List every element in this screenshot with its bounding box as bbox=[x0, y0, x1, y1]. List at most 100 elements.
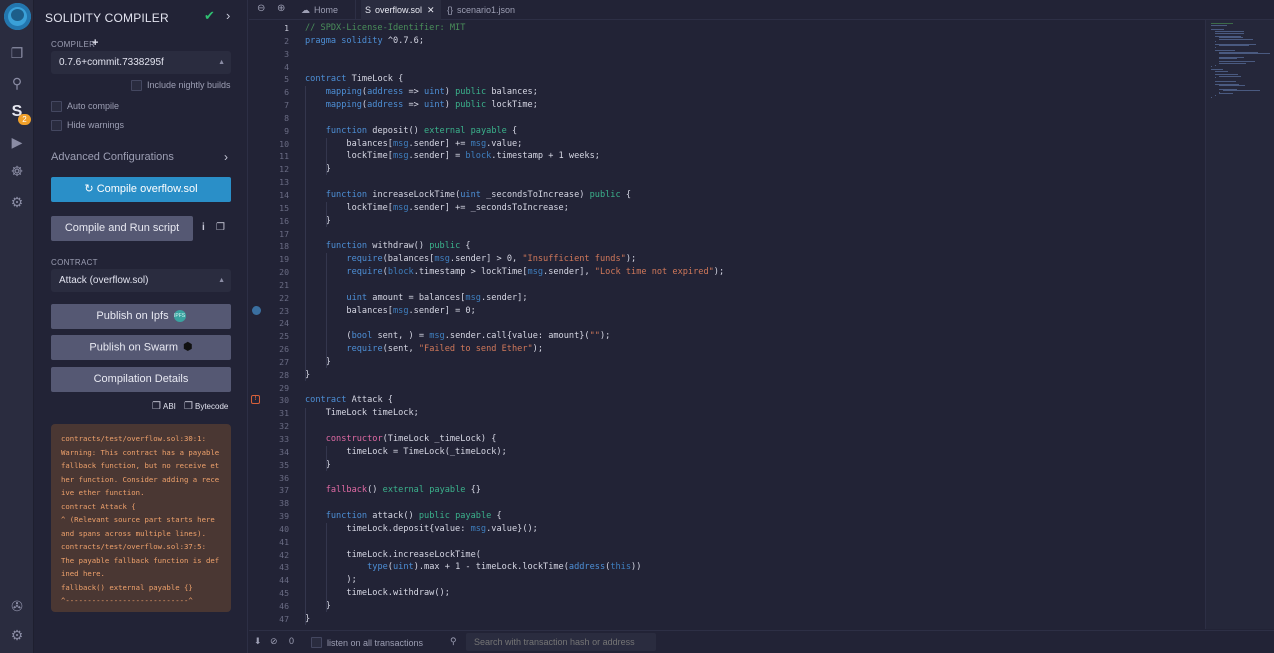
code-line[interactable]: lockTime[msg.sender] = block.timestamp +… bbox=[305, 150, 1195, 163]
code-line[interactable]: function increaseLockTime(uint _secondsT… bbox=[305, 189, 1195, 202]
line-number[interactable]: 38 bbox=[263, 497, 289, 510]
code-line[interactable]: timeLock.deposit{value: msg.value}(); bbox=[305, 523, 1195, 536]
code-line[interactable]: mapping(address => uint) public lockTime… bbox=[305, 99, 1195, 112]
line-number[interactable]: 23 bbox=[263, 305, 289, 318]
code-line[interactable]: ​ bbox=[305, 420, 1195, 433]
code-line[interactable]: ​ bbox=[305, 61, 1195, 74]
line-number[interactable]: 36 bbox=[263, 472, 289, 485]
tab-scenario-json[interactable]: {} scenario1.json bbox=[443, 0, 523, 20]
line-number[interactable]: 18 bbox=[263, 240, 289, 253]
line-number[interactable]: 16 bbox=[263, 215, 289, 228]
line-number[interactable]: 7 bbox=[263, 99, 289, 112]
line-number[interactable]: 15 bbox=[263, 202, 289, 215]
code-line[interactable]: } bbox=[305, 163, 1195, 176]
code-line[interactable]: timeLock = TimeLock(_timeLock); bbox=[305, 446, 1195, 459]
line-number[interactable]: 17 bbox=[263, 228, 289, 241]
line-number[interactable]: 39 bbox=[263, 510, 289, 523]
line-number[interactable]: 26 bbox=[263, 343, 289, 356]
line-number[interactable]: 34 bbox=[263, 446, 289, 459]
code-line[interactable]: require(balances[msg.sender] > 0, "Insuf… bbox=[305, 253, 1195, 266]
file-explorer-icon[interactable]: ❐ bbox=[7, 43, 27, 63]
debugger-icon[interactable]: ☸ bbox=[7, 161, 27, 181]
collapse-terminal-icon[interactable]: ⬇ bbox=[254, 636, 262, 647]
include-nightly-checkbox[interactable] bbox=[131, 80, 142, 91]
line-number[interactable]: 14 bbox=[263, 189, 289, 202]
add-compiler-icon[interactable]: + bbox=[92, 37, 98, 49]
line-number[interactable]: 35 bbox=[263, 459, 289, 472]
line-number[interactable]: 21 bbox=[263, 279, 289, 292]
code-line[interactable]: contract TimeLock { bbox=[305, 73, 1195, 86]
plugin-manager-icon[interactable]: ✇ bbox=[7, 596, 27, 616]
code-line[interactable]: fallback() external payable {} bbox=[305, 484, 1195, 497]
compile-run-script-button[interactable]: Compile and Run script bbox=[51, 216, 193, 241]
code-line[interactable]: ​ bbox=[305, 497, 1195, 510]
hide-warnings-checkbox[interactable] bbox=[51, 120, 62, 131]
code-line[interactable]: constructor(TimeLock _timeLock) { bbox=[305, 433, 1195, 446]
code-line[interactable]: balances[msg.sender] += msg.value; bbox=[305, 138, 1195, 151]
copy-abi-link[interactable]: ABI bbox=[163, 402, 176, 411]
line-number[interactable]: 40 bbox=[263, 523, 289, 536]
line-number[interactable]: 3 bbox=[263, 48, 289, 61]
line-number[interactable]: 27 bbox=[263, 356, 289, 369]
code-line[interactable]: } bbox=[305, 215, 1195, 228]
line-number[interactable]: 20 bbox=[263, 266, 289, 279]
code-line[interactable]: // SPDX-License-Identifier: MIT bbox=[305, 22, 1195, 35]
code-line[interactable]: ​ bbox=[305, 48, 1195, 61]
compile-button[interactable]: ↻ Compile overflow.sol bbox=[51, 177, 231, 202]
line-number[interactable]: 11 bbox=[263, 150, 289, 163]
line-number[interactable]: 30 bbox=[263, 394, 289, 407]
transaction-search-input[interactable] bbox=[466, 633, 656, 651]
collapse-chevron-icon[interactable]: › bbox=[226, 8, 230, 23]
line-number[interactable]: 22 bbox=[263, 292, 289, 305]
line-number[interactable]: 4 bbox=[263, 61, 289, 74]
code-line[interactable]: ​ bbox=[305, 228, 1195, 241]
code-line[interactable]: mapping(address => uint) public balances… bbox=[305, 86, 1195, 99]
copy-bytecode-icon[interactable]: ❐ bbox=[184, 401, 193, 412]
line-number[interactable]: 43 bbox=[263, 561, 289, 574]
breakpoint-marker[interactable] bbox=[252, 306, 261, 315]
warning-marker-icon[interactable]: ! bbox=[251, 395, 260, 404]
line-number[interactable]: 25 bbox=[263, 330, 289, 343]
line-number[interactable]: 12 bbox=[263, 163, 289, 176]
code-content[interactable]: // SPDX-License-Identifier: MIT pragma so… bbox=[305, 22, 1195, 626]
line-number[interactable]: 31 bbox=[263, 407, 289, 420]
deploy-run-icon[interactable]: ▶ bbox=[7, 132, 27, 152]
code-line[interactable]: ​ bbox=[305, 536, 1195, 549]
line-number[interactable]: 6 bbox=[263, 86, 289, 99]
line-number[interactable]: 10 bbox=[263, 138, 289, 151]
line-number[interactable]: 29 bbox=[263, 382, 289, 395]
code-line[interactable]: contract Attack { bbox=[305, 394, 1195, 407]
line-number[interactable]: 13 bbox=[263, 176, 289, 189]
code-line[interactable]: pragma solidity ^0.7.6; bbox=[305, 35, 1195, 48]
line-number[interactable]: 32 bbox=[263, 420, 289, 433]
close-tab-icon[interactable]: ✕ bbox=[427, 5, 435, 15]
code-line[interactable]: } bbox=[305, 600, 1195, 613]
publish-swarm-button[interactable]: Publish on Swarm ⬢ bbox=[51, 335, 231, 360]
line-number[interactable]: 44 bbox=[263, 574, 289, 587]
compiler-version-select[interactable]: 0.7.6+commit.7338295f ▲ bbox=[51, 51, 231, 74]
code-line[interactable]: require(block.timestamp > lockTime[msg.s… bbox=[305, 266, 1195, 279]
line-number[interactable]: 9 bbox=[263, 125, 289, 138]
zoom-in-icon[interactable]: ⊕ bbox=[277, 3, 285, 14]
code-line[interactable]: ​ bbox=[305, 382, 1195, 395]
line-number[interactable]: 19 bbox=[263, 253, 289, 266]
code-line[interactable]: require(sent, "Failed to send Ether"); bbox=[305, 343, 1195, 356]
minimap[interactable] bbox=[1205, 20, 1274, 629]
line-number[interactable]: 42 bbox=[263, 549, 289, 562]
code-line[interactable]: ​ bbox=[305, 279, 1195, 292]
code-line[interactable]: timeLock.increaseLockTime( bbox=[305, 549, 1195, 562]
code-line[interactable]: } bbox=[305, 459, 1195, 472]
line-number[interactable]: 24 bbox=[263, 317, 289, 330]
line-number[interactable]: 45 bbox=[263, 587, 289, 600]
line-number[interactable]: 1 bbox=[263, 22, 289, 35]
remix-logo-icon[interactable] bbox=[4, 3, 31, 30]
code-line[interactable]: timeLock.withdraw(); bbox=[305, 587, 1195, 600]
compilation-details-button[interactable]: Compilation Details bbox=[51, 367, 231, 392]
plugin-gear-icon[interactable]: ⚙ bbox=[7, 192, 27, 212]
line-number[interactable]: 5 bbox=[263, 73, 289, 86]
code-line[interactable]: ​ bbox=[305, 176, 1195, 189]
code-line[interactable]: } bbox=[305, 369, 1195, 382]
code-line[interactable]: function attack() public payable { bbox=[305, 510, 1195, 523]
search-icon[interactable]: ⚲ bbox=[7, 73, 27, 93]
code-line[interactable]: function withdraw() public { bbox=[305, 240, 1195, 253]
